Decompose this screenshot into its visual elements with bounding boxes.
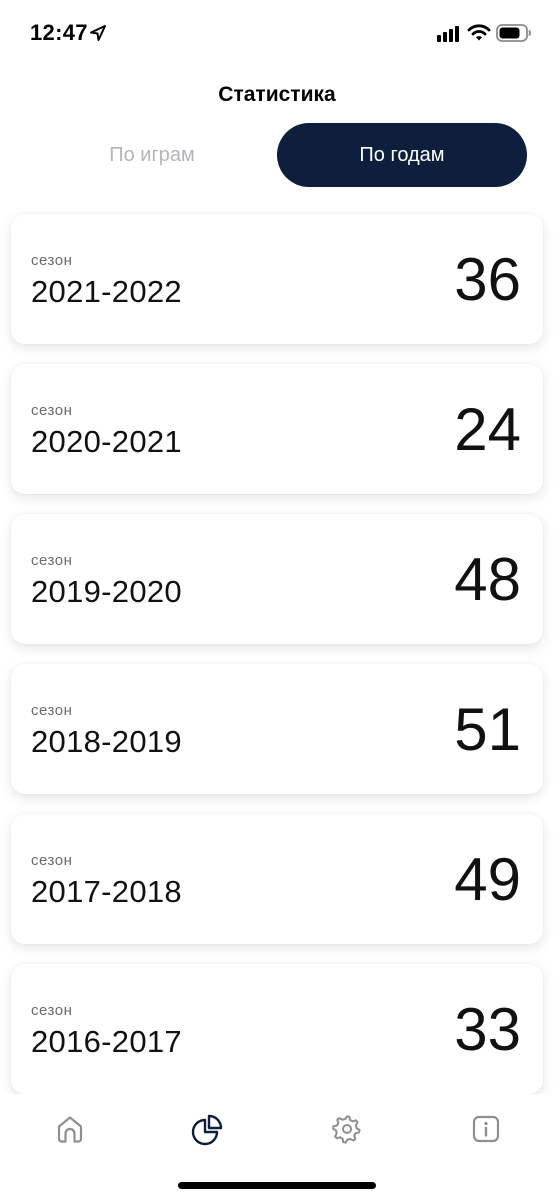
home-icon [57, 1116, 83, 1143]
nav-info[interactable] [469, 1112, 503, 1146]
nav-home[interactable] [53, 1112, 87, 1146]
wifi-icon [467, 24, 491, 41]
nav-settings[interactable] [330, 1112, 364, 1146]
season-card[interactable]: сезон 2017-2018 49 [11, 814, 543, 944]
season-years: 2017-2018 [31, 874, 182, 909]
info-icon [472, 1115, 500, 1143]
season-count: 36 [454, 246, 521, 313]
location-arrow-icon [90, 25, 106, 41]
battery-icon [496, 24, 531, 42]
season-card[interactable]: сезон 2020-2021 24 [11, 364, 543, 494]
tab-by-years[interactable]: По годам [277, 123, 527, 187]
season-count: 49 [454, 846, 521, 913]
tab-by-games[interactable]: По играм [27, 123, 277, 187]
pie-chart-icon [191, 1114, 223, 1146]
status-bar: 12:47 [0, 0, 554, 66]
season-caption: сезон [31, 552, 73, 569]
season-caption: сезон [31, 252, 73, 269]
screen: 12:47 Статистика По играм По годам сезон… [0, 0, 554, 1200]
signal-icon [437, 26, 459, 42]
season-count: 24 [454, 396, 521, 463]
season-caption: сезон [31, 852, 73, 869]
season-years: 2020-2021 [31, 424, 182, 459]
page-title: Статистика [218, 83, 336, 106]
season-card[interactable]: сезон 2019-2020 48 [11, 514, 543, 644]
gear-icon [332, 1115, 361, 1144]
season-caption: сезон [31, 402, 73, 419]
season-card[interactable]: сезон 2016-2017 33 [11, 964, 543, 1094]
season-years: 2019-2020 [31, 574, 182, 609]
season-count: 33 [454, 996, 521, 1063]
season-years: 2021-2022 [31, 274, 182, 309]
season-caption: сезон [31, 702, 73, 719]
season-years: 2018-2019 [31, 724, 182, 759]
season-count: 51 [454, 696, 521, 763]
season-caption: сезон [31, 1002, 73, 1019]
status-time: 12:47 [30, 20, 88, 45]
home-indicator[interactable] [178, 1182, 376, 1189]
season-count: 48 [454, 546, 521, 613]
season-card[interactable]: сезон 2018-2019 51 [11, 664, 543, 794]
season-card[interactable]: сезон 2021-2022 36 [11, 214, 543, 344]
season-years: 2016-2017 [31, 1024, 182, 1059]
tab-by-years-label: По годам [359, 143, 445, 166]
tab-by-games-label: По играм [109, 143, 195, 166]
nav-statistics[interactable] [191, 1112, 225, 1146]
season-list[interactable]: сезон 2021-2022 36 сезон 2020-2021 24 се… [0, 212, 554, 1094]
